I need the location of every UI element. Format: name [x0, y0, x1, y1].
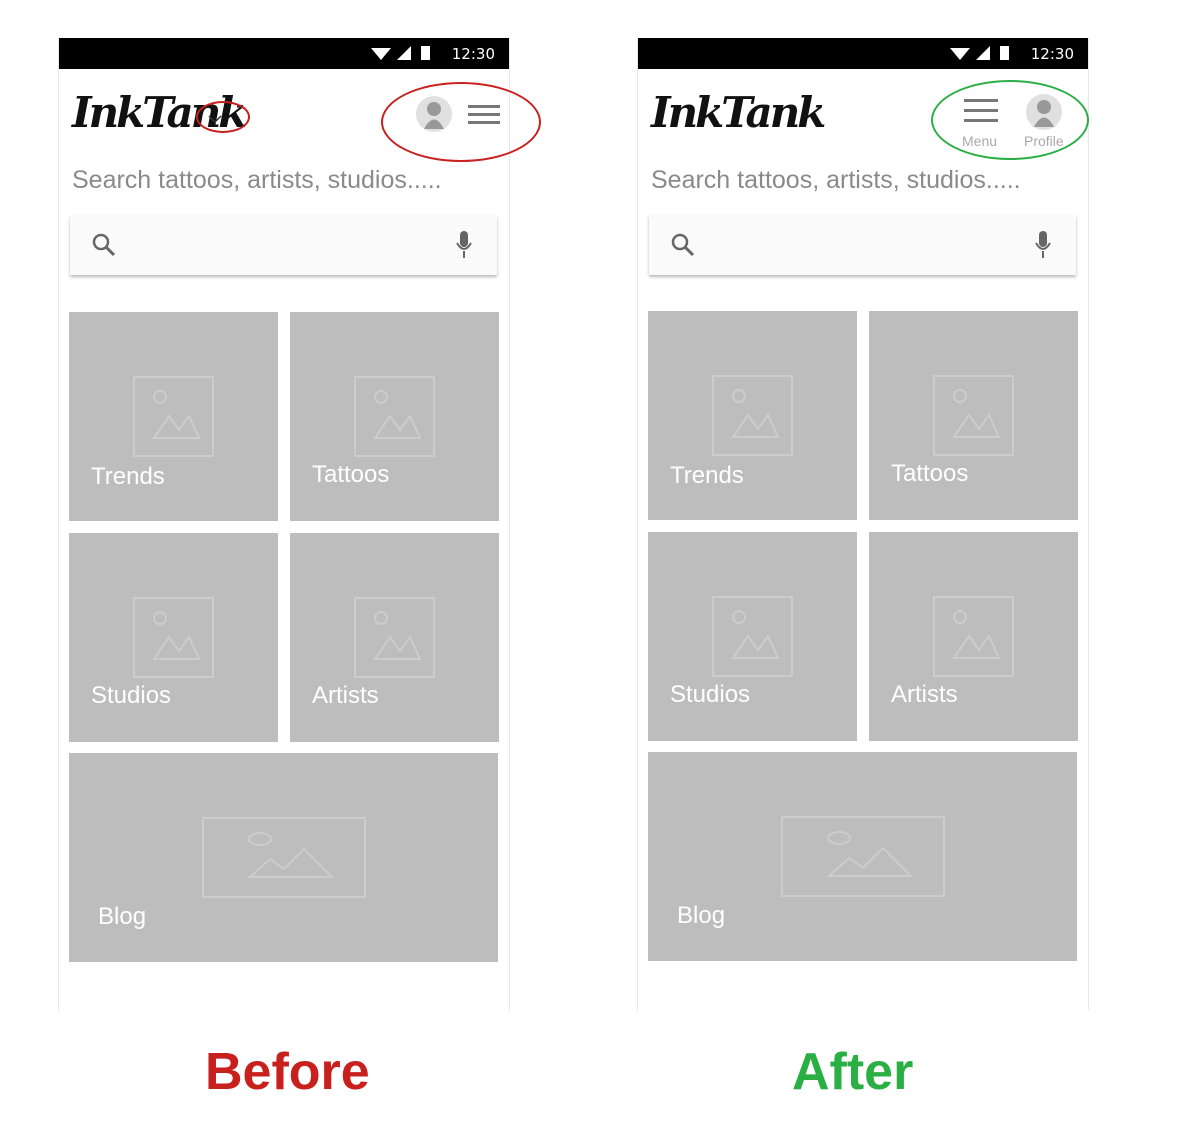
app-logo: InkTank [651, 88, 826, 137]
search-input[interactable] [70, 215, 497, 275]
signal-icon [976, 46, 990, 60]
image-placeholder-icon [712, 375, 793, 456]
battery-icon [421, 46, 430, 60]
image-placeholder-icon [712, 596, 793, 677]
image-placeholder-icon [202, 817, 366, 898]
tile-label: Studios [670, 681, 751, 708]
highlight-ellipse-header-icons [381, 82, 541, 162]
search-prompt: Search tattoos, artists, studios..... [72, 166, 442, 194]
tile-trends[interactable]: Trends [69, 312, 278, 521]
status-bar: 12:30 [638, 38, 1088, 69]
tile-trends[interactable]: Trends [648, 311, 857, 520]
search-icon[interactable] [671, 233, 695, 257]
signal-icon [397, 46, 411, 60]
status-time: 12:30 [1030, 45, 1074, 63]
image-placeholder-icon [133, 376, 214, 457]
mic-icon[interactable] [456, 231, 472, 259]
search-prompt: Search tattoos, artists, studios..... [651, 166, 1021, 194]
caption-after: After [792, 1043, 914, 1101]
wifi-icon [371, 48, 391, 60]
tile-artists[interactable]: Artists [869, 532, 1078, 741]
tile-label: Tattoos [312, 461, 390, 488]
status-bar: 12:30 [59, 38, 509, 69]
highlight-ellipse-dropdown [196, 101, 250, 133]
tile-blog[interactable]: Blog [648, 752, 1077, 961]
search-input[interactable] [649, 215, 1076, 275]
tile-studios[interactable]: Studios [648, 532, 857, 741]
highlight-ellipse-header-icons [931, 80, 1089, 160]
status-icons [371, 46, 430, 60]
tile-label: Artists [891, 681, 958, 708]
tile-studios[interactable]: Studios [69, 533, 278, 742]
tile-tattoos[interactable]: Tattoos [869, 311, 1078, 520]
phone-after: 12:30 InkTank Menu Profile Search tattoo… [637, 38, 1089, 1010]
battery-icon [1000, 46, 1009, 60]
status-time: 12:30 [451, 45, 495, 63]
image-placeholder-icon [354, 376, 435, 457]
mic-icon[interactable] [1035, 231, 1051, 259]
image-placeholder-icon [133, 597, 214, 678]
tile-tattoos[interactable]: Tattoos [290, 312, 499, 521]
search-icon[interactable] [92, 233, 116, 257]
caption-before: Before [205, 1043, 370, 1101]
tile-label: Trends [91, 463, 165, 490]
image-placeholder-icon [933, 596, 1014, 677]
image-placeholder-icon [781, 816, 945, 897]
phone-before: 12:30 InkTank Search tattoos, artists, s… [58, 38, 541, 1010]
tile-artists[interactable]: Artists [290, 533, 499, 742]
tile-label: Blog [677, 902, 726, 929]
tile-label: Artists [312, 682, 379, 709]
tile-blog[interactable]: Blog [69, 753, 498, 962]
tile-label: Blog [98, 903, 147, 930]
tile-label: Studios [91, 682, 172, 709]
tile-label: Trends [670, 462, 744, 489]
image-placeholder-icon [354, 597, 435, 678]
wifi-icon [950, 48, 970, 60]
image-placeholder-icon [933, 375, 1014, 456]
status-icons [950, 46, 1009, 60]
tile-label: Tattoos [891, 460, 969, 487]
